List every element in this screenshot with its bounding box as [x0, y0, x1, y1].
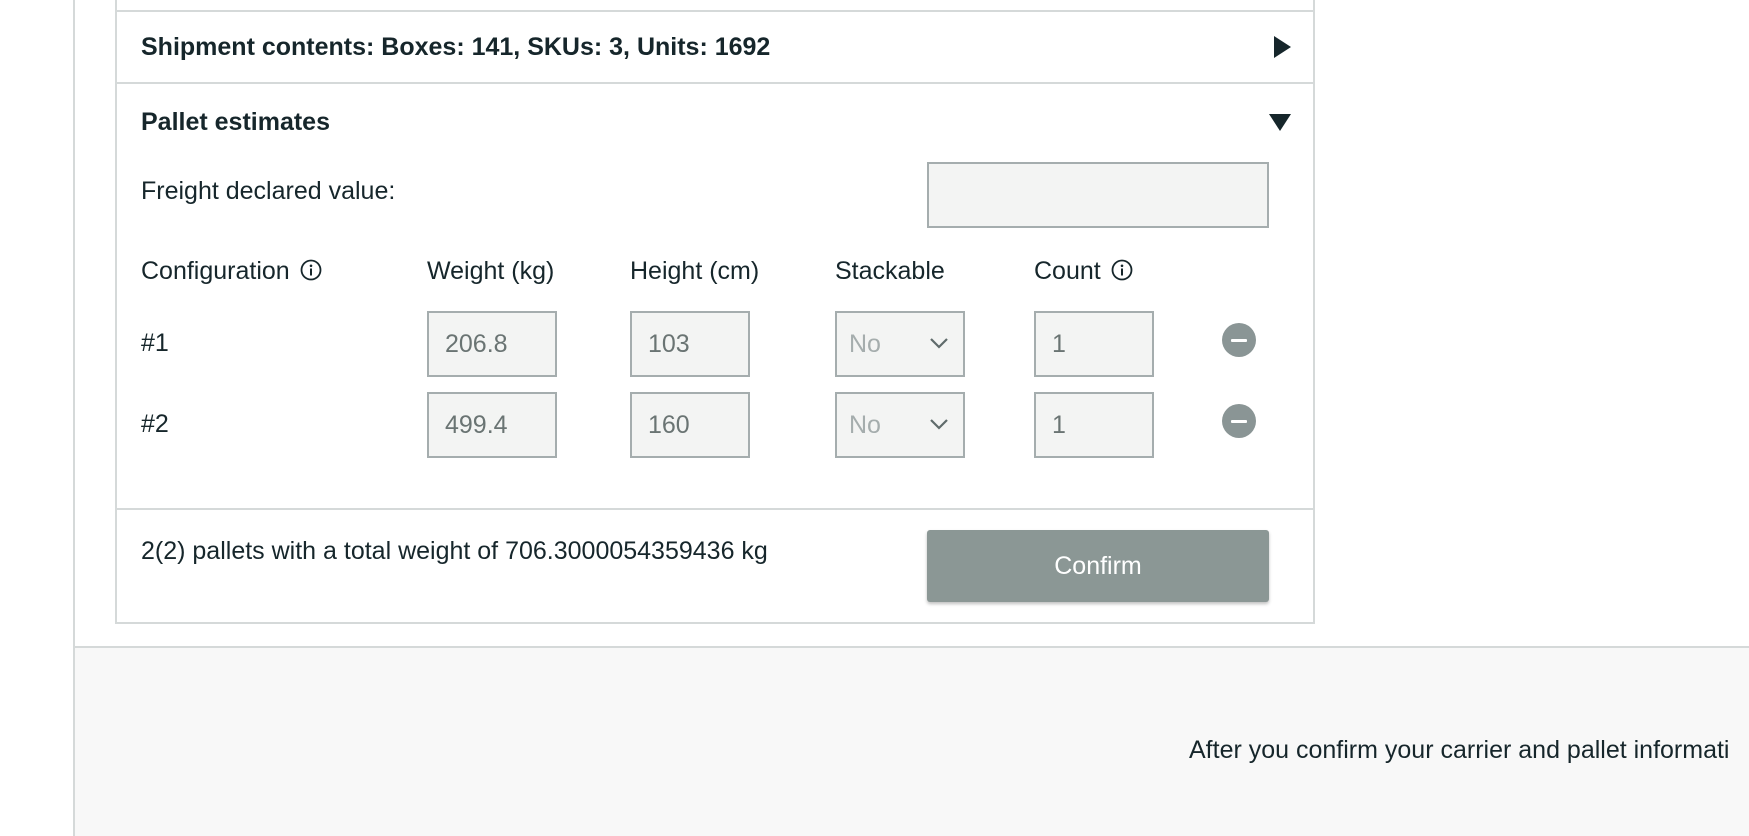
stackable-select-value: No [849, 329, 881, 358]
minus-circle-icon [1231, 419, 1247, 423]
count-input[interactable]: 1 [1034, 392, 1154, 458]
section-divider [117, 508, 1313, 510]
configuration-header-label: Configuration [141, 257, 290, 285]
weight-input[interactable]: 499.4 [427, 392, 557, 458]
weight-input[interactable]: 206.8 [427, 311, 557, 377]
remove-row-button[interactable] [1222, 323, 1256, 357]
info-circle-icon[interactable] [1111, 259, 1133, 281]
pallet-row-label: #1 [141, 329, 169, 357]
pallet-estimates-header[interactable]: Pallet estimates [117, 86, 1313, 158]
freight-declared-value-label: Freight declared value: [141, 177, 396, 205]
chevron-down-icon [930, 338, 948, 349]
pallet-row-label: #2 [141, 410, 169, 438]
configuration-column-header: Configuration [141, 257, 322, 286]
weight-column-header: Weight (kg) [427, 257, 555, 285]
chevron-down-icon [930, 419, 948, 430]
minus-circle-icon [1231, 338, 1247, 342]
triangle-down-icon[interactable] [1269, 113, 1291, 131]
pallet-estimates-title: Pallet estimates [141, 107, 330, 136]
stackable-select[interactable]: No [835, 311, 965, 377]
info-circle-icon[interactable] [300, 259, 322, 281]
height-input[interactable]: 160 [630, 392, 750, 458]
footer-section: After you confirm your carrier and palle… [75, 646, 1749, 836]
footer-info-text: After you confirm your carrier and palle… [1189, 736, 1730, 764]
count-header-label: Count [1034, 257, 1101, 285]
freight-declared-value-input[interactable] [927, 162, 1269, 228]
triangle-right-icon[interactable] [1274, 36, 1291, 58]
stackable-select-value: No [849, 410, 881, 439]
confirm-button[interactable]: Confirm [927, 530, 1269, 602]
height-column-header: Height (cm) [630, 257, 760, 285]
count-input[interactable]: 1 [1034, 311, 1154, 377]
shipment-contents-header[interactable]: Shipment contents: Boxes: 141, SKUs: 3, … [117, 12, 1313, 84]
shipment-contents-title: Shipment contents: Boxes: 141, SKUs: 3, … [141, 32, 771, 61]
count-column-header: Count [1034, 257, 1133, 286]
stackable-select[interactable]: No [835, 392, 965, 458]
remove-row-button[interactable] [1222, 404, 1256, 438]
pallet-summary-text: 2(2) pallets with a total weight of 706.… [141, 537, 768, 565]
shipment-panel: Shipment contents: Boxes: 141, SKUs: 3, … [115, 0, 1315, 624]
stackable-column-header: Stackable [835, 257, 945, 285]
height-input[interactable]: 103 [630, 311, 750, 377]
